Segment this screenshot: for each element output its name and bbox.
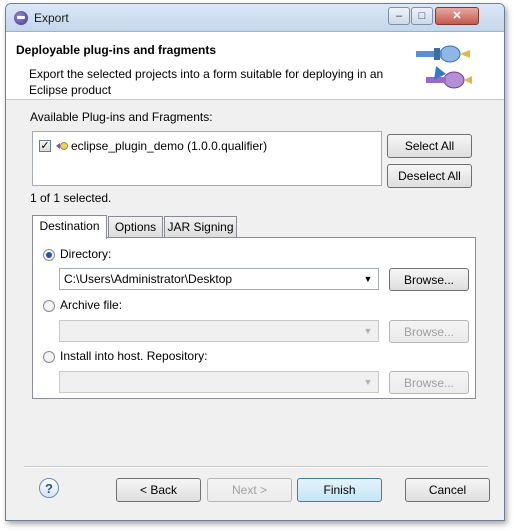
wizard-banner: Deployable plug-ins and fragments Export… bbox=[6, 32, 504, 100]
page-description: Export the selected projects into a form… bbox=[29, 67, 384, 97]
repository-browse-button: Browse... bbox=[389, 371, 469, 394]
available-plugins-label: Available Plug-ins and Fragments: bbox=[30, 110, 213, 124]
directory-browse-button[interactable]: Browse... bbox=[389, 268, 469, 291]
eclipse-icon bbox=[14, 11, 28, 25]
help-icon[interactable]: ? bbox=[39, 478, 59, 498]
plugin-list[interactable]: ✓ eclipse_plugin_demo (1.0.0.qualifier) bbox=[32, 131, 382, 186]
directory-label: Directory: bbox=[60, 247, 112, 261]
next-button: Next > bbox=[207, 478, 292, 502]
tab-options[interactable]: Options bbox=[108, 216, 163, 238]
repository-combo: ▼ bbox=[59, 371, 379, 393]
close-button[interactable]: ✕ bbox=[435, 7, 479, 25]
archive-combo: ▼ bbox=[59, 320, 379, 342]
footer-separator bbox=[24, 466, 488, 468]
chevron-down-icon[interactable]: ▼ bbox=[361, 269, 375, 289]
cancel-button[interactable]: Cancel bbox=[405, 478, 490, 502]
directory-combo[interactable]: C:\Users\Administrator\Desktop ▼ bbox=[59, 268, 379, 290]
destination-panel: Directory: C:\Users\Administrator\Deskto… bbox=[32, 237, 476, 399]
maximize-button[interactable]: □ bbox=[411, 7, 433, 25]
directory-value: C:\Users\Administrator\Desktop bbox=[64, 272, 233, 286]
minimize-button[interactable]: – bbox=[388, 7, 410, 25]
plugin-item-label[interactable]: eclipse_plugin_demo (1.0.0.qualifier) bbox=[71, 139, 267, 153]
archive-browse-button: Browse... bbox=[389, 320, 469, 343]
window-title: Export bbox=[34, 11, 69, 25]
install-label: Install into host. Repository: bbox=[60, 349, 208, 363]
selection-count: 1 of 1 selected. bbox=[30, 191, 112, 205]
tab-destination[interactable]: Destination bbox=[32, 215, 107, 239]
chevron-down-icon: ▼ bbox=[363, 377, 373, 387]
export-dialog: Export – □ ✕ Deployable plug-ins and fra… bbox=[5, 3, 505, 521]
plugin-checkbox[interactable]: ✓ bbox=[39, 140, 51, 152]
title-bar[interactable]: Export – □ ✕ bbox=[6, 4, 504, 32]
finish-button[interactable]: Finish bbox=[297, 478, 382, 502]
deselect-all-button[interactable]: Deselect All bbox=[387, 164, 472, 188]
directory-radio[interactable] bbox=[43, 249, 55, 261]
archive-label: Archive file: bbox=[60, 298, 123, 312]
plugin-icon bbox=[56, 142, 68, 150]
install-radio[interactable] bbox=[43, 351, 55, 363]
tab-jar-signing[interactable]: JAR Signing bbox=[164, 216, 237, 238]
chevron-down-icon: ▼ bbox=[363, 326, 373, 336]
plugin-export-icon bbox=[416, 45, 472, 89]
page-title: Deployable plug-ins and fragments bbox=[16, 43, 217, 57]
select-all-button[interactable]: Select All bbox=[387, 134, 472, 158]
back-button[interactable]: < Back bbox=[116, 478, 201, 502]
archive-radio[interactable] bbox=[43, 300, 55, 312]
